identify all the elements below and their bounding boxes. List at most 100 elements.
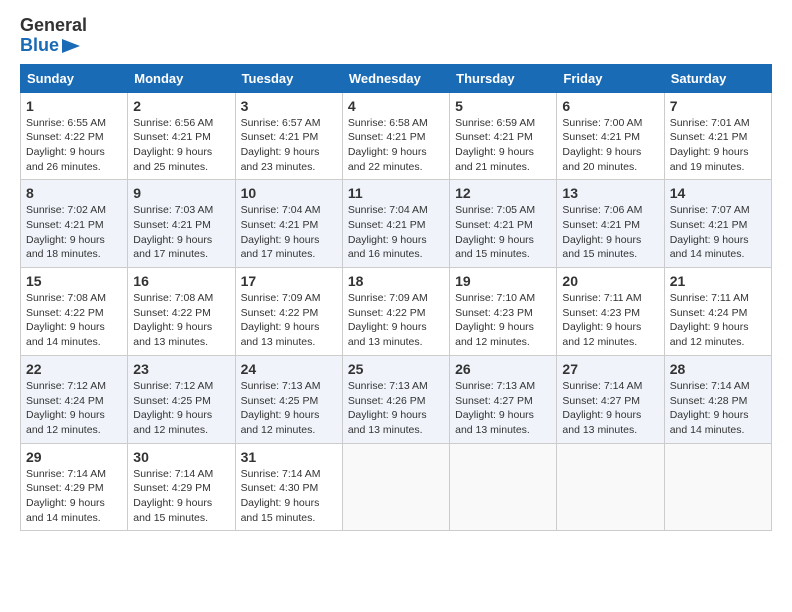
day-info: Sunrise: 7:01 AMSunset: 4:21 PMDaylight:…: [670, 116, 766, 175]
day-number: 24: [241, 361, 337, 377]
day-number: 17: [241, 273, 337, 289]
day-info: Sunrise: 7:14 AMSunset: 4:28 PMDaylight:…: [670, 379, 766, 438]
day-info: Sunrise: 7:00 AMSunset: 4:21 PMDaylight:…: [562, 116, 658, 175]
calendar-cell: 30 Sunrise: 7:14 AMSunset: 4:29 PMDayligh…: [128, 443, 235, 531]
day-number: 18: [348, 273, 444, 289]
weekday-header-thursday: Thursday: [450, 64, 557, 92]
day-number: 21: [670, 273, 766, 289]
day-info: Sunrise: 7:06 AMSunset: 4:21 PMDaylight:…: [562, 203, 658, 262]
day-number: 5: [455, 98, 551, 114]
calendar-cell: 20 Sunrise: 7:11 AMSunset: 4:23 PMDayligh…: [557, 268, 664, 356]
day-info: Sunrise: 7:08 AMSunset: 4:22 PMDaylight:…: [133, 291, 229, 350]
calendar-week-2: 8Sunrise: 7:02 AMSunset: 4:21 PMDaylight…: [21, 180, 772, 268]
calendar-cell: 16 Sunrise: 7:08 AMSunset: 4:22 PMDayligh…: [128, 268, 235, 356]
calendar-cell: 28 Sunrise: 7:14 AMSunset: 4:28 PMDayligh…: [664, 355, 771, 443]
calendar-cell: 22 Sunrise: 7:12 AMSunset: 4:24 PMDayligh…: [21, 355, 128, 443]
calendar-week-4: 22 Sunrise: 7:12 AMSunset: 4:24 PMDayligh…: [21, 355, 772, 443]
weekday-header-monday: Monday: [128, 64, 235, 92]
day-number: 14: [670, 185, 766, 201]
calendar-cell: 1 Sunrise: 6:55 AMSunset: 4:22 PMDaylight…: [21, 92, 128, 180]
calendar-week-1: 1 Sunrise: 6:55 AMSunset: 4:22 PMDaylight…: [21, 92, 772, 180]
calendar-cell: [342, 443, 449, 531]
calendar-cell: 6 Sunrise: 7:00 AMSunset: 4:21 PMDaylight…: [557, 92, 664, 180]
calendar-cell: 21 Sunrise: 7:11 AMSunset: 4:24 PMDayligh…: [664, 268, 771, 356]
day-info: Sunrise: 7:13 AMSunset: 4:27 PMDaylight:…: [455, 379, 551, 438]
calendar-header: SundayMondayTuesdayWednesdayThursdayFrid…: [21, 64, 772, 92]
day-info: Sunrise: 7:14 AMSunset: 4:29 PMDaylight:…: [133, 467, 229, 526]
day-number: 30: [133, 449, 229, 465]
calendar-cell: 7 Sunrise: 7:01 AMSunset: 4:21 PMDaylight…: [664, 92, 771, 180]
calendar-cell: 3 Sunrise: 6:57 AMSunset: 4:21 PMDaylight…: [235, 92, 342, 180]
calendar-cell: 2 Sunrise: 6:56 AMSunset: 4:21 PMDaylight…: [128, 92, 235, 180]
day-number: 2: [133, 98, 229, 114]
day-number: 20: [562, 273, 658, 289]
day-number: 19: [455, 273, 551, 289]
day-info: Sunrise: 7:12 AMSunset: 4:24 PMDaylight:…: [26, 379, 122, 438]
logo-arrow-icon: [62, 39, 80, 53]
day-info: Sunrise: 7:13 AMSunset: 4:26 PMDaylight:…: [348, 379, 444, 438]
day-number: 10: [241, 185, 337, 201]
calendar-cell: 9 Sunrise: 7:03 AMSunset: 4:21 PMDaylight…: [128, 180, 235, 268]
day-info: Sunrise: 7:14 AMSunset: 4:29 PMDaylight:…: [26, 467, 122, 526]
day-number: 11: [348, 185, 444, 201]
calendar-cell: 18Sunrise: 7:09 AMSunset: 4:22 PMDayligh…: [342, 268, 449, 356]
day-info: Sunrise: 7:03 AMSunset: 4:21 PMDaylight:…: [133, 203, 229, 262]
calendar-cell: 10 Sunrise: 7:04 AMSunset: 4:21 PMDayligh…: [235, 180, 342, 268]
day-info: Sunrise: 7:07 AMSunset: 4:21 PMDaylight:…: [670, 203, 766, 262]
day-info: Sunrise: 7:02 AMSunset: 4:21 PMDaylight:…: [26, 203, 122, 262]
weekday-header-wednesday: Wednesday: [342, 64, 449, 92]
calendar-week-5: 29 Sunrise: 7:14 AMSunset: 4:29 PMDayligh…: [21, 443, 772, 531]
logo-text: General Blue: [20, 16, 87, 56]
calendar-cell: 23 Sunrise: 7:12 AMSunset: 4:25 PMDayligh…: [128, 355, 235, 443]
day-number: 9: [133, 185, 229, 201]
day-number: 3: [241, 98, 337, 114]
calendar-body: 1 Sunrise: 6:55 AMSunset: 4:22 PMDaylight…: [21, 92, 772, 531]
day-number: 23: [133, 361, 229, 377]
day-info: Sunrise: 6:57 AMSunset: 4:21 PMDaylight:…: [241, 116, 337, 175]
calendar-week-3: 15Sunrise: 7:08 AMSunset: 4:22 PMDayligh…: [21, 268, 772, 356]
calendar-cell: [450, 443, 557, 531]
day-info: Sunrise: 7:11 AMSunset: 4:23 PMDaylight:…: [562, 291, 658, 350]
calendar-cell: 25 Sunrise: 7:13 AMSunset: 4:26 PMDayligh…: [342, 355, 449, 443]
day-info: Sunrise: 6:59 AMSunset: 4:21 PMDaylight:…: [455, 116, 551, 175]
day-info: Sunrise: 7:08 AMSunset: 4:22 PMDaylight:…: [26, 291, 122, 350]
day-info: Sunrise: 7:09 AMSunset: 4:22 PMDaylight:…: [241, 291, 337, 350]
calendar-cell: 24 Sunrise: 7:13 AMSunset: 4:25 PMDayligh…: [235, 355, 342, 443]
day-info: Sunrise: 7:14 AMSunset: 4:30 PMDaylight:…: [241, 467, 337, 526]
day-number: 22: [26, 361, 122, 377]
day-number: 25: [348, 361, 444, 377]
day-info: Sunrise: 7:11 AMSunset: 4:24 PMDaylight:…: [670, 291, 766, 350]
weekday-header-tuesday: Tuesday: [235, 64, 342, 92]
day-number: 13: [562, 185, 658, 201]
day-info: Sunrise: 6:56 AMSunset: 4:21 PMDaylight:…: [133, 116, 229, 175]
logo-block: General Blue: [20, 16, 87, 56]
day-info: Sunrise: 7:05 AMSunset: 4:21 PMDaylight:…: [455, 203, 551, 262]
day-number: 26: [455, 361, 551, 377]
day-number: 12: [455, 185, 551, 201]
calendar-cell: 26 Sunrise: 7:13 AMSunset: 4:27 PMDayligh…: [450, 355, 557, 443]
calendar-cell: 11Sunrise: 7:04 AMSunset: 4:21 PMDayligh…: [342, 180, 449, 268]
day-info: Sunrise: 6:55 AMSunset: 4:22 PMDaylight:…: [26, 116, 122, 175]
weekday-header-saturday: Saturday: [664, 64, 771, 92]
calendar-cell: [664, 443, 771, 531]
day-number: 29: [26, 449, 122, 465]
day-info: Sunrise: 7:12 AMSunset: 4:25 PMDaylight:…: [133, 379, 229, 438]
calendar-cell: 13 Sunrise: 7:06 AMSunset: 4:21 PMDayligh…: [557, 180, 664, 268]
calendar-cell: 12 Sunrise: 7:05 AMSunset: 4:21 PMDayligh…: [450, 180, 557, 268]
calendar-cell: 17 Sunrise: 7:09 AMSunset: 4:22 PMDayligh…: [235, 268, 342, 356]
logo: General Blue: [20, 16, 87, 56]
calendar-cell: 19Sunrise: 7:10 AMSunset: 4:23 PMDayligh…: [450, 268, 557, 356]
calendar-table: SundayMondayTuesdayWednesdayThursdayFrid…: [20, 64, 772, 532]
day-number: 16: [133, 273, 229, 289]
calendar-cell: 29 Sunrise: 7:14 AMSunset: 4:29 PMDayligh…: [21, 443, 128, 531]
day-info: Sunrise: 7:04 AMSunset: 4:21 PMDaylight:…: [241, 203, 337, 262]
day-number: 28: [670, 361, 766, 377]
header-row: SundayMondayTuesdayWednesdayThursdayFrid…: [21, 64, 772, 92]
day-number: 1: [26, 98, 122, 114]
calendar-cell: 4Sunrise: 6:58 AMSunset: 4:21 PMDaylight…: [342, 92, 449, 180]
day-number: 31: [241, 449, 337, 465]
day-info: Sunrise: 7:13 AMSunset: 4:25 PMDaylight:…: [241, 379, 337, 438]
day-number: 6: [562, 98, 658, 114]
day-info: Sunrise: 7:14 AMSunset: 4:27 PMDaylight:…: [562, 379, 658, 438]
day-number: 7: [670, 98, 766, 114]
